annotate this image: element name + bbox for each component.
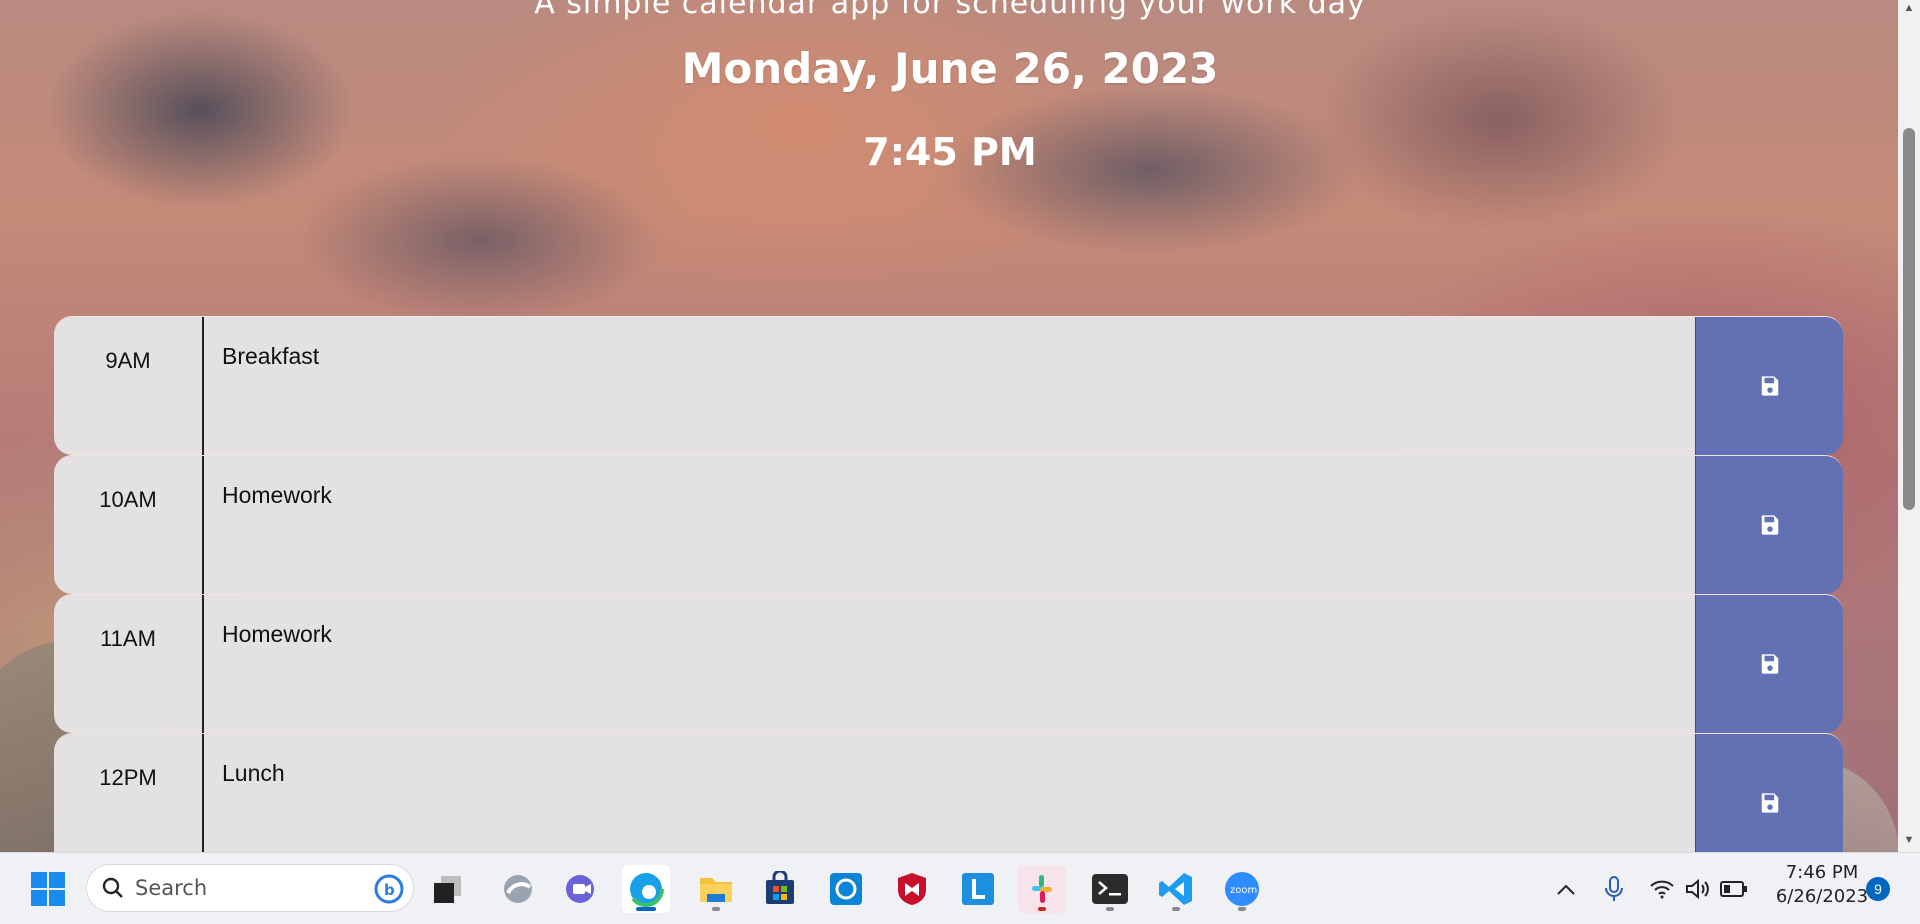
running-indicator — [1238, 907, 1246, 911]
start-button[interactable] — [24, 865, 72, 913]
planner: 9AM Breakfast 10AM Homework 11AM Homewor… — [54, 316, 1843, 852]
zoom-icon: zoom — [1225, 872, 1259, 906]
widgets-button[interactable] — [494, 865, 542, 913]
chevron-up-icon — [1557, 884, 1575, 895]
vscode-button[interactable] — [1152, 865, 1200, 913]
browser-page: A simple calendar app for scheduling you… — [0, 0, 1920, 852]
clock-date: 6/26/2023 — [1775, 886, 1869, 907]
edge-button[interactable] — [622, 865, 670, 913]
show-hidden-icons-button[interactable] — [1542, 865, 1590, 913]
teams-chat-icon — [566, 875, 594, 903]
scroll-up-arrow-icon[interactable]: ▲ — [1902, 2, 1916, 16]
description-text: Lunch — [222, 760, 285, 786]
zoom-button[interactable]: zoom — [1218, 865, 1266, 913]
task-view-button[interactable] — [424, 865, 472, 913]
save-icon — [1761, 793, 1778, 813]
active-indicator — [636, 907, 656, 911]
hour-label: 9AM — [54, 317, 204, 455]
volume-icon — [1686, 878, 1709, 900]
microphone-icon — [1605, 876, 1623, 901]
microphone-button[interactable] — [1590, 865, 1638, 913]
time-block-11am: 11AM Homework — [54, 594, 1843, 733]
teams-chat-button[interactable] — [558, 865, 606, 913]
clock-time: 7:46 PM — [1785, 862, 1859, 883]
slack-icon — [1032, 875, 1052, 903]
current-time: 7:45 PM — [863, 130, 1037, 174]
time-block-10am: 10AM Homework — [54, 455, 1843, 594]
svg-text:b: b — [384, 881, 395, 899]
running-indicator — [1172, 907, 1180, 911]
l-app-icon — [962, 873, 994, 905]
description-input[interactable]: Lunch — [204, 734, 1695, 852]
current-date: Monday, June 26, 2023 — [681, 44, 1219, 93]
running-indicator — [712, 907, 720, 911]
task-view-icon — [434, 876, 461, 903]
save-button[interactable] — [1695, 595, 1843, 733]
taskbar: Search b zoom 7:46 PM 6/26/2023 9 — [0, 852, 1920, 924]
scroll-down-arrow-icon[interactable]: ▼ — [1902, 834, 1916, 848]
system-clock[interactable]: 7:46 PM 6/26/2023 — [1762, 861, 1882, 909]
notification-badge[interactable]: 9 — [1866, 877, 1890, 901]
description-text: Homework — [222, 621, 332, 647]
save-button[interactable] — [1695, 456, 1843, 594]
page-lead-text: A simple calendar app for scheduling you… — [534, 0, 1366, 21]
running-indicator — [1038, 907, 1046, 911]
battery-button[interactable] — [1710, 865, 1758, 913]
hour-label: 12PM — [54, 734, 204, 852]
store-button[interactable] — [756, 865, 804, 913]
slack-button[interactable] — [1018, 865, 1066, 913]
save-button[interactable] — [1695, 317, 1843, 455]
search-placeholder: Search — [135, 876, 208, 900]
mcafee-icon — [898, 873, 926, 905]
save-icon — [1761, 654, 1778, 674]
battery-icon — [1720, 881, 1747, 897]
edge-icon — [628, 871, 664, 907]
time-block-9am: 9AM Breakfast — [54, 316, 1843, 455]
bing-chat-icon: b — [374, 874, 404, 904]
widgets-icon — [504, 875, 532, 903]
save-icon — [1761, 515, 1778, 535]
taskbar-search[interactable]: Search b — [86, 864, 414, 912]
description-text: Breakfast — [222, 343, 320, 369]
save-button[interactable] — [1695, 734, 1843, 852]
search-icon — [102, 877, 123, 898]
vscode-icon — [1159, 873, 1192, 905]
hour-label: 11AM — [54, 595, 204, 733]
description-input[interactable]: Breakfast — [204, 317, 1695, 455]
terminal-button[interactable] — [1086, 865, 1134, 913]
store-icon — [766, 871, 794, 904]
hour-label: 10AM — [54, 456, 204, 594]
description-text: Homework — [222, 482, 332, 508]
cortana-button[interactable] — [822, 865, 870, 913]
time-block-12pm: 12PM Lunch — [54, 733, 1843, 852]
mcafee-button[interactable] — [888, 865, 936, 913]
start-icon — [31, 872, 65, 906]
file-explorer-icon — [700, 878, 732, 902]
l-app-button[interactable] — [954, 865, 1002, 913]
description-input[interactable]: Homework — [204, 456, 1695, 594]
description-input[interactable]: Homework — [204, 595, 1695, 733]
save-icon — [1761, 376, 1778, 396]
svg-text:zoom: zoom — [1230, 885, 1257, 896]
running-indicator — [1106, 907, 1114, 911]
scrollbar-thumb[interactable] — [1903, 128, 1915, 510]
wifi-icon — [1650, 880, 1674, 899]
file-explorer-button[interactable] — [692, 865, 740, 913]
terminal-icon — [1092, 874, 1128, 904]
cortana-icon — [830, 873, 862, 905]
